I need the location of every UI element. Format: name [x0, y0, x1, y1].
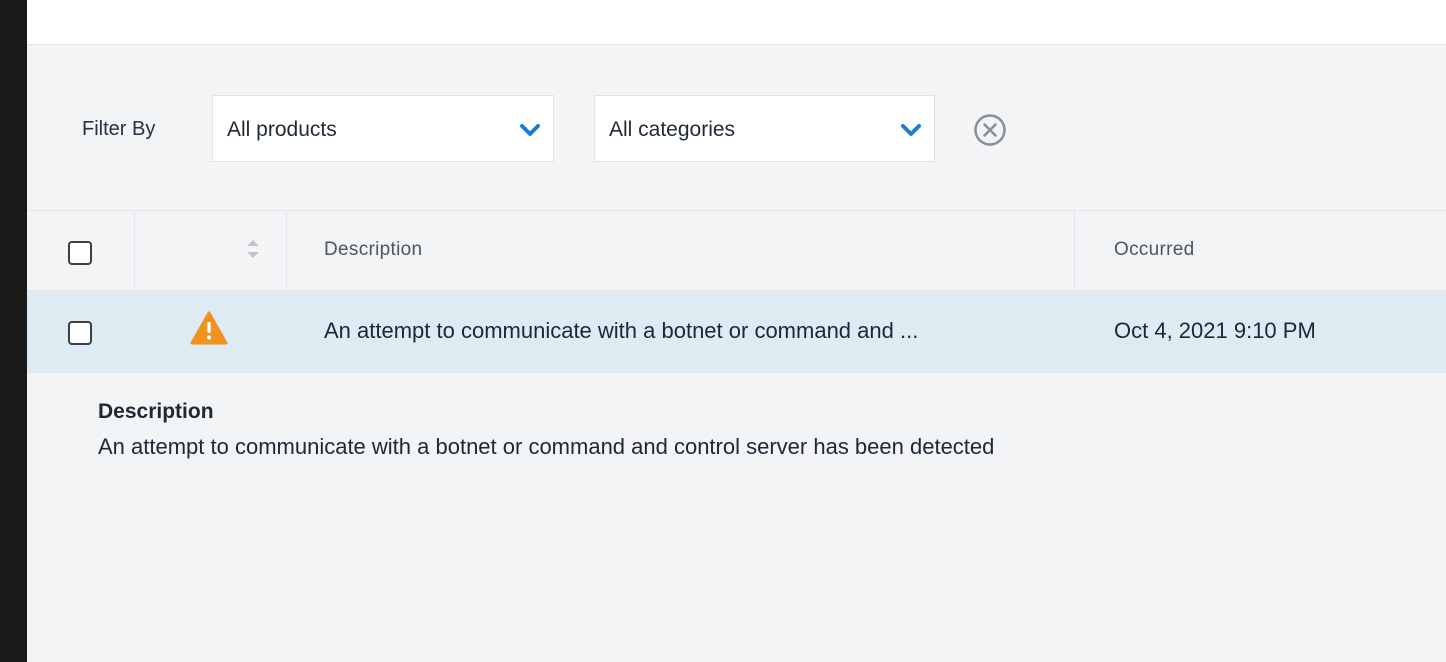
- column-header-description[interactable]: Description: [324, 239, 422, 261]
- top-bar: [27, 0, 1446, 45]
- sort-icon[interactable]: [244, 237, 262, 261]
- table-header: Description Occurred: [27, 210, 1446, 291]
- column-divider: [134, 211, 135, 290]
- row-detail-panel: Description An attempt to communicate wi…: [27, 373, 1446, 662]
- chevron-down-icon: [901, 124, 921, 136]
- warning-triangle-icon: [190, 311, 228, 345]
- column-divider: [1074, 211, 1075, 290]
- alerts-panel: Filter By All products All categories De…: [27, 0, 1446, 662]
- column-divider: [286, 211, 287, 290]
- detail-text: An attempt to communicate with a botnet …: [98, 434, 995, 459]
- product-select[interactable]: All products: [212, 95, 554, 162]
- category-select-value: All categories: [609, 118, 736, 141]
- detail-title: Description: [98, 400, 214, 423]
- row-occurred: Oct 4, 2021 9:10 PM: [1114, 318, 1316, 343]
- chevron-down-icon: [520, 124, 540, 136]
- row-checkbox[interactable]: [68, 321, 92, 345]
- row-description: An attempt to communicate with a botnet …: [324, 318, 919, 343]
- select-all-checkbox[interactable]: [68, 241, 92, 265]
- alerts-table: Description Occurred An attempt to commu…: [27, 210, 1446, 662]
- category-select[interactable]: All categories: [594, 95, 935, 162]
- table-row[interactable]: An attempt to communicate with a botnet …: [27, 291, 1446, 373]
- product-select-value: All products: [227, 118, 337, 141]
- clear-filters-icon[interactable]: [973, 113, 1007, 147]
- filter-by-label: Filter By: [82, 118, 156, 140]
- column-header-occurred[interactable]: Occurred: [1114, 239, 1195, 261]
